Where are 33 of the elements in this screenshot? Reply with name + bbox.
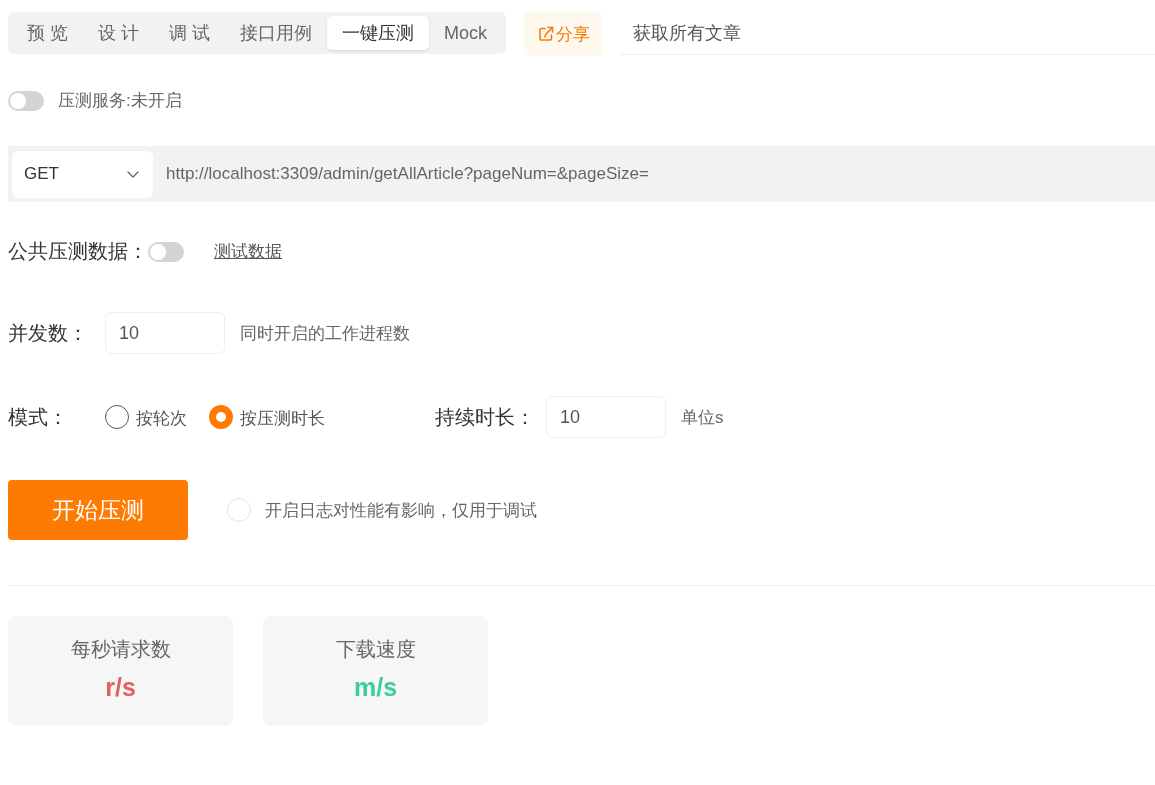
input-field[interactable]: 10 xyxy=(105,312,225,354)
tab[interactable]: 预 览 xyxy=(12,16,83,50)
url-text: http://localhost:3309/admin/getAllArticle?pageNum=&pageSize= xyxy=(166,164,649,184)
stat-value: r/s xyxy=(105,673,136,702)
test-data-link[interactable]: 测试数据 xyxy=(214,240,282,263)
checkbox-label: 开启日志对性能有影响，仅用于调试 xyxy=(265,499,537,522)
hint-text: 同时开启的工作进程数 xyxy=(240,322,410,345)
stat-value: m/s xyxy=(353,673,398,702)
unit-text: 单位s xyxy=(681,406,724,429)
chevron-down-icon xyxy=(127,170,139,178)
field-label: 模式： xyxy=(8,404,69,430)
radio-label: 按轮次 xyxy=(136,408,187,430)
radio-button[interactable] xyxy=(105,405,129,429)
tab[interactable]: Mock xyxy=(429,16,503,50)
stat-title: 每秒请求数 xyxy=(70,637,171,662)
radio-button[interactable] xyxy=(209,405,233,429)
method-select[interactable]: GET xyxy=(12,150,153,198)
toggle-switch[interactable] xyxy=(148,241,184,262)
field-label: 公共压测数据： xyxy=(8,239,148,264)
field-label: 并发数： xyxy=(8,320,89,346)
tab[interactable]: 调 试 xyxy=(154,16,226,50)
toggle-switch[interactable] xyxy=(8,90,44,111)
api-title: 获取所有文章 xyxy=(633,22,742,45)
switch-label: 压测服务:未开启 xyxy=(58,90,182,112)
tab[interactable]: 一键压测 xyxy=(327,16,430,50)
share-icon xyxy=(538,26,555,42)
input-field[interactable]: 10 xyxy=(546,396,666,438)
tab[interactable]: 接口用例 xyxy=(225,16,328,50)
radio-label: 按压测时长 xyxy=(240,408,325,430)
tab[interactable]: 设 计 xyxy=(83,16,155,50)
checkbox[interactable] xyxy=(227,498,251,522)
field-label: 持续时长： xyxy=(435,404,536,430)
stat-title: 下载速度 xyxy=(335,637,416,662)
